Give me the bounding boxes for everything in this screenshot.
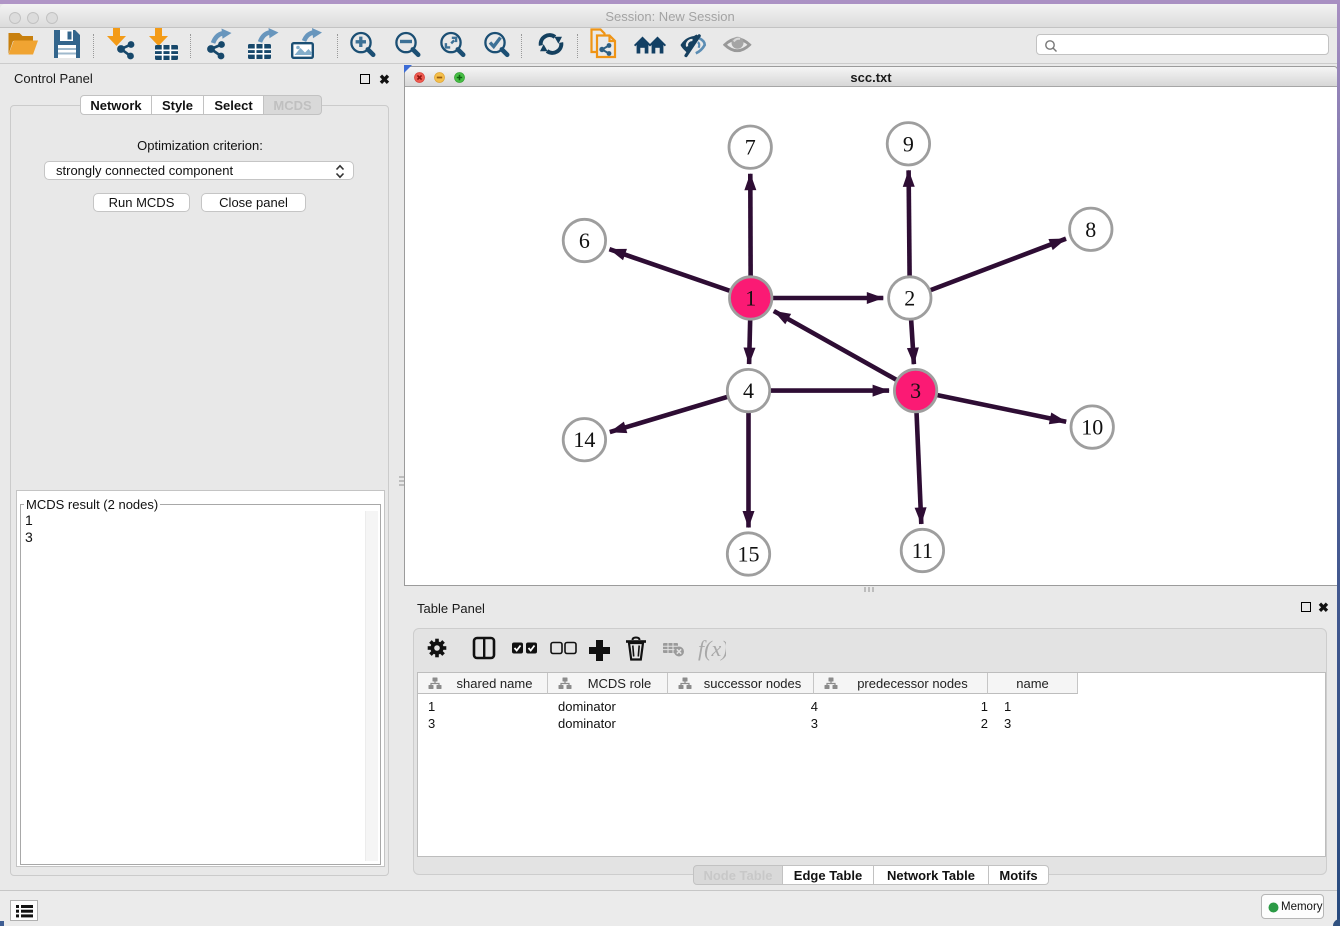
svg-text:3: 3 bbox=[910, 378, 921, 403]
svg-text:1: 1 bbox=[745, 286, 756, 311]
svg-text:11: 11 bbox=[912, 538, 933, 563]
svg-text:14: 14 bbox=[573, 427, 595, 452]
svg-text:f(x): f(x) bbox=[698, 636, 726, 661]
svg-text:2: 2 bbox=[904, 286, 915, 311]
svg-text:10: 10 bbox=[1081, 415, 1103, 440]
svg-text:8: 8 bbox=[1085, 217, 1096, 242]
svg-text:9: 9 bbox=[903, 131, 914, 156]
svg-text:4: 4 bbox=[743, 378, 754, 403]
svg-text:7: 7 bbox=[745, 135, 756, 160]
svg-text:6: 6 bbox=[579, 228, 590, 253]
svg-text:15: 15 bbox=[738, 542, 760, 567]
